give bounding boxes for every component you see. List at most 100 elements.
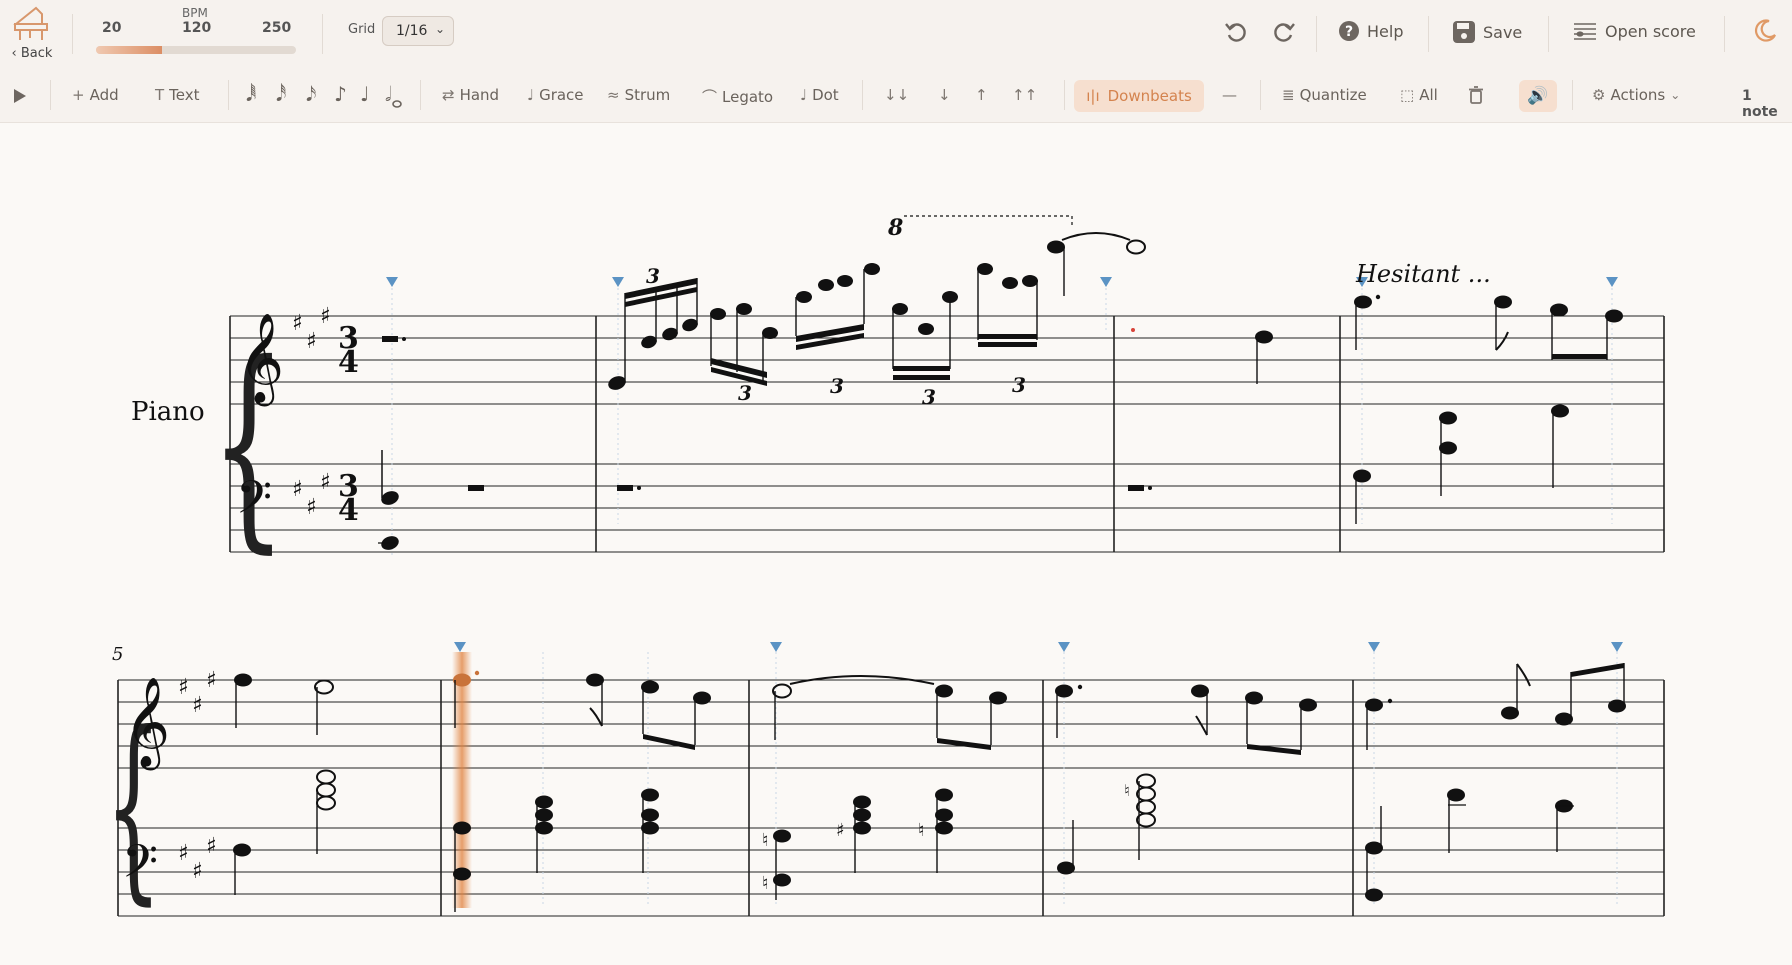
grid-select[interactable]: 1/16 ⌄ xyxy=(382,16,454,46)
measure-number: 5 xyxy=(112,644,123,665)
measure-5-notes[interactable] xyxy=(233,673,336,896)
svg-text:?: ? xyxy=(1345,24,1353,40)
half-note-icon[interactable]: 𝅗𝅥 xyxy=(385,82,391,106)
play-icon[interactable] xyxy=(12,88,28,104)
svg-text:4: 4 xyxy=(338,493,359,528)
back-label: Back xyxy=(20,46,53,61)
downbeat-markers-2[interactable] xyxy=(454,642,1623,652)
svg-text:♯: ♯ xyxy=(320,304,331,329)
downbeats-toggle[interactable]: ı|ı Downbeats xyxy=(1074,80,1204,112)
divider xyxy=(1260,80,1261,110)
measure-6-notes[interactable] xyxy=(453,670,711,912)
beat-guides-1 xyxy=(391,288,1613,556)
select-all-button[interactable]: ⬚ All xyxy=(1400,86,1438,104)
volume-toggle[interactable]: 🔊 xyxy=(1519,80,1557,112)
instrument-name: Piano xyxy=(131,397,205,427)
gear-icon: ⚙ xyxy=(1592,86,1606,104)
actions-menu[interactable]: ⚙ Actions ⌄ xyxy=(1592,86,1680,104)
measure-7-notes[interactable]: ♮ ♮ ♯ ♮ xyxy=(762,675,1007,900)
dot-label: Dot xyxy=(812,86,839,104)
grace-button[interactable]: ♩ Grace xyxy=(527,86,584,104)
bpm-slider[interactable]: BPM 20 120 250 xyxy=(96,6,302,62)
quantize-button[interactable]: ≣ Quantize xyxy=(1282,86,1367,104)
speaker-icon: 🔊 xyxy=(1527,86,1549,106)
text-icon: T xyxy=(155,86,165,104)
svg-text:♯: ♯ xyxy=(292,311,303,336)
rest[interactable] xyxy=(617,485,633,491)
hand-label: Hand xyxy=(459,86,500,104)
measure-8-notes[interactable]: ♮ xyxy=(1055,684,1317,875)
svg-text:♯: ♯ xyxy=(292,477,303,502)
svg-text:♯: ♯ xyxy=(306,329,317,354)
redo-icon[interactable] xyxy=(1270,19,1296,45)
undo-icon[interactable] xyxy=(1224,19,1250,45)
svg-text:♯: ♯ xyxy=(192,693,203,718)
plus-icon: + xyxy=(72,86,85,104)
sixty-fourth-note-icon[interactable]: 𝅘𝅥𝅱 xyxy=(246,82,256,106)
octave-up-button[interactable]: ↑↑ xyxy=(1012,86,1037,104)
back-button[interactable]: ‹ Back xyxy=(6,4,58,62)
save-button[interactable]: Save xyxy=(1452,20,1522,44)
sixteenth-note-icon[interactable]: 𝅘𝅥𝅯 xyxy=(306,82,316,106)
all-label: All xyxy=(1419,86,1438,104)
svg-text:♯: ♯ xyxy=(206,834,217,859)
help-label: Help xyxy=(1367,21,1404,41)
hand-button[interactable]: ⇄ Hand xyxy=(442,86,499,104)
score-canvas[interactable]: Piano { 𝄞 𝄢 ♯♯♯ ♯♯♯ 34 34 3 3 3 3 3 8 He… xyxy=(0,123,1792,965)
legato-button[interactable]: ⌒ Legato xyxy=(702,86,773,107)
divider xyxy=(862,80,863,110)
treble-clef: 𝄞 xyxy=(124,677,170,771)
key-signature-treble: ♯♯♯ xyxy=(292,304,331,354)
whole-note-icon[interactable] xyxy=(392,100,402,108)
measure-9-notes[interactable] xyxy=(1365,663,1626,902)
rest[interactable] xyxy=(1128,485,1144,491)
chord[interactable] xyxy=(378,450,401,552)
strum-icon: ≈ xyxy=(607,86,620,104)
bpm-max: 250 xyxy=(262,20,292,36)
dot-button[interactable]: ♩ Dot xyxy=(800,86,839,104)
quantize-icon: ≣ xyxy=(1282,86,1295,104)
legato-label: Legato xyxy=(722,87,774,106)
open-score-label: Open score xyxy=(1605,21,1696,41)
divider xyxy=(72,14,73,54)
key-signature-bass: ♯♯♯ xyxy=(292,470,331,520)
open-score-button[interactable]: Open score xyxy=(1572,20,1696,42)
expression-text[interactable]: Hesitant ... xyxy=(1355,260,1491,288)
thirty-second-note-icon[interactable]: 𝅘𝅥𝅰 xyxy=(276,82,286,106)
measure-4-notes[interactable] xyxy=(1353,294,1623,524)
strum-label: Strum xyxy=(624,86,671,104)
rest[interactable] xyxy=(382,336,398,342)
slur-icon: ⌒ xyxy=(702,88,718,106)
dark-mode-moon-icon[interactable] xyxy=(1752,18,1778,44)
swap-arrows-icon: ⇄ xyxy=(442,86,455,104)
treble-clef: 𝄞 xyxy=(238,313,284,407)
minus-icon: — xyxy=(1222,86,1237,104)
delete-button[interactable] xyxy=(1468,86,1484,104)
help-button[interactable]: ? Help xyxy=(1338,20,1403,42)
divider xyxy=(228,80,229,110)
svg-text:3: 3 xyxy=(922,385,936,409)
rest-dot xyxy=(637,486,641,490)
minus-button[interactable]: — xyxy=(1222,86,1237,104)
octave-down-button[interactable]: ↓↓ xyxy=(884,86,909,104)
rest[interactable] xyxy=(468,485,484,491)
semitone-down-button[interactable]: ↓ xyxy=(938,86,951,104)
divider xyxy=(420,80,421,110)
bpm-track[interactable] xyxy=(96,46,296,54)
double-down-arrow-icon: ↓↓ xyxy=(884,86,910,104)
chevron-down-icon: ⌄ xyxy=(434,22,445,36)
strum-button[interactable]: ≈ Strum xyxy=(607,86,670,104)
semitone-up-button[interactable]: ↑ xyxy=(975,86,988,104)
quantize-label: Quantize xyxy=(1299,86,1367,104)
run-notes[interactable]: 3 3 3 3 3 8 xyxy=(606,215,1146,409)
eighth-note-icon[interactable]: ♪ xyxy=(334,82,347,106)
quarter-note-icon[interactable]: ♩ xyxy=(360,82,369,106)
text-button[interactable]: T Text xyxy=(155,86,200,104)
chevron-down-icon: ⌄ xyxy=(1670,88,1681,102)
divider xyxy=(1548,16,1549,52)
svg-text:♮: ♮ xyxy=(762,830,768,851)
selection-dot xyxy=(1131,328,1135,332)
save-icon xyxy=(1453,21,1475,43)
bpm-caption: BPM xyxy=(182,6,208,20)
add-button[interactable]: + Add xyxy=(72,86,119,104)
